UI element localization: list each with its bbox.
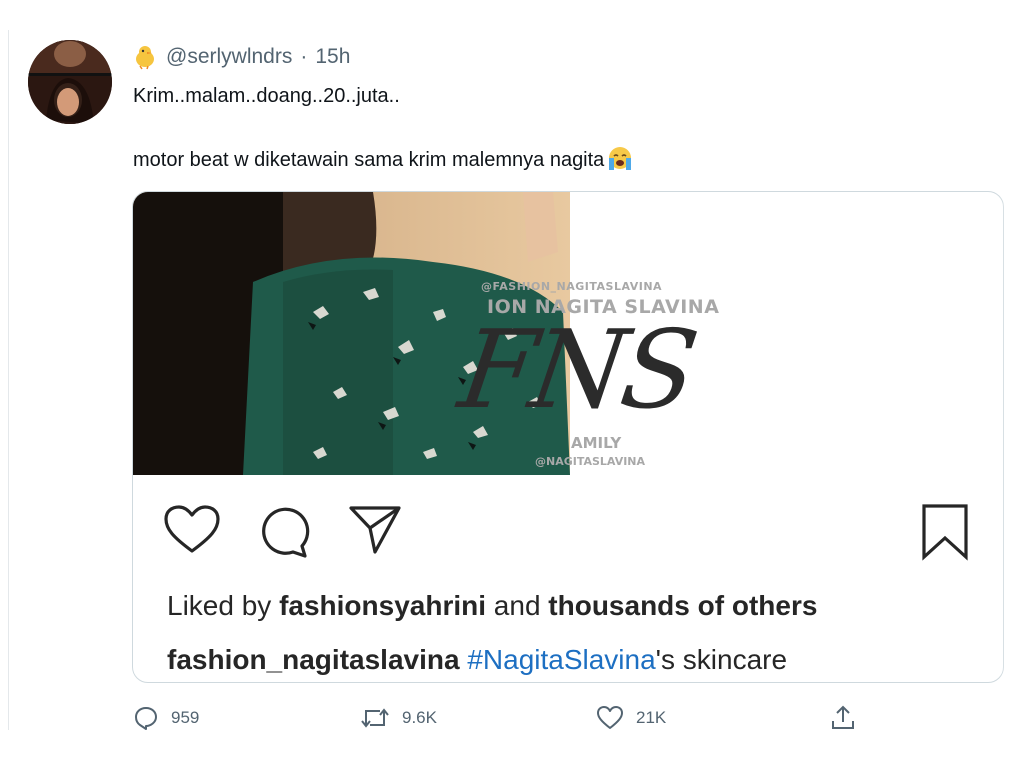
watermark-line-3: AMILY [571,434,622,452]
bookmark-icon[interactable] [919,502,971,562]
edge-fade [999,0,1024,768]
share-icon[interactable] [347,502,405,558]
liked-by-others[interactable]: thousands of others [548,590,817,621]
retweet-count: 9.6K [402,708,437,727]
like-icon [597,706,623,729]
liked-by-user[interactable]: fashionsyahrini [279,590,486,621]
user-handle[interactable]: @serlywlndrs [166,45,292,69]
tweet-time[interactable]: 15h [315,45,350,69]
liked-by-and: and [486,590,549,621]
timeline-divider [8,30,9,730]
watermark-line-4: @NAGITASLAVINA [535,455,646,468]
liked-by-prefix: Liked by [167,590,280,621]
upload-share-icon [832,705,854,729]
like-button[interactable]: 21K [596,705,666,731]
tweet-text-line-2-text: motor beat w diketawain sama krim malemn… [133,149,605,171]
tweet-action-bar: 959 9.6K 21K [0,700,1024,740]
reply-count: 959 [171,708,200,727]
chick-icon [136,46,154,70]
instagram-action-bar [133,492,1003,572]
heart-icon[interactable] [163,504,221,556]
caption-text: 's skincare [655,644,788,675]
comment-icon[interactable] [255,504,313,560]
reply-icon [135,707,157,730]
embedded-media-card[interactable]: @FASHION_NAGITASLAVINA ION NAGITA SLAVIN… [132,191,1004,683]
retweet-button[interactable]: 9.6K [360,705,437,731]
watermark-line-1: @FASHION_NAGITASLAVINA [481,280,663,293]
watermark-logo: FNS [452,308,702,433]
caption-username[interactable]: fashion_nagitaslavina [167,644,460,675]
liked-by-text: Liked by fashionsyahrini and thousands o… [167,590,817,622]
meta-separator: · [300,45,308,68]
retweet-icon [361,708,389,728]
like-count: 21K [636,708,667,727]
reply-button[interactable]: 959 [133,705,199,731]
tweet-text-line-2: motor beat w diketawain sama krim malemn… [133,145,634,172]
watermark: @FASHION_NAGITASLAVINA ION NAGITA SLAVIN… [452,274,719,474]
tweet-text-line-1: Krim..malam..doang..20..juta.. [133,85,400,107]
instagram-caption: fashion_nagitaslavina #NagitaSlavina's s… [167,644,787,676]
caption-hashtag[interactable]: #NagitaSlavina [467,644,655,675]
share-tweet-button[interactable] [829,704,857,732]
avatar[interactable] [28,40,112,124]
loudly-crying-face-icon [609,147,632,170]
